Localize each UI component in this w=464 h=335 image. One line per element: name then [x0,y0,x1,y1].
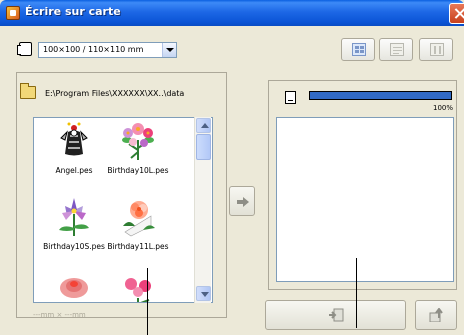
scroll-thumb[interactable] [196,134,211,160]
design-thumbnail [60,278,88,298]
design-thumbnail [122,123,154,160]
write-card-icon [329,308,344,322]
card-size-select[interactable]: 100×100 / 110×110 mm [38,42,177,58]
write-to-card-button[interactable] [265,300,406,330]
pointer-marker [356,258,357,328]
item-label: Angel.pes [55,166,93,175]
design-thumbnail [125,278,151,302]
title-bar: Écrire sur carte [0,0,464,26]
design-thumbnail [60,122,88,156]
transfer-button[interactable] [229,186,255,216]
open-folder-icon[interactable] [20,83,36,99]
close-button[interactable] [449,3,464,24]
card-size-value: 100×100 / 110×110 mm [43,45,144,54]
scroll-up-button[interactable] [196,118,211,133]
layout-button[interactable] [341,38,375,61]
design-thumbnail [123,201,155,237]
grid-layout-icon [352,43,366,56]
pointer-marker [147,268,148,335]
item-label: Birthday11L.pes [107,242,169,251]
app-icon [6,6,20,20]
list-item[interactable]: Birthday11L.pes [104,196,172,251]
list-item[interactable] [40,274,108,302]
design-thumbnail [59,198,89,236]
import-button[interactable] [379,38,413,61]
card-capacity-label: 100% [433,104,454,112]
view-button[interactable] [419,38,453,61]
columns-icon [430,43,444,56]
card-size-icon [17,42,32,56]
design-dimensions: ---mm × ---mm [33,311,86,319]
folder-path: E:\Program Files\XXXXXX\XX..\data [45,89,185,98]
list-item[interactable]: Angel.pes [40,120,108,175]
design-list[interactable]: Angel.pes Birthday10L.pes Birthday10S.pe… [33,117,213,303]
card-capacity-bar [309,91,452,100]
item-label: Birthday10S.pes [43,242,105,251]
list-item[interactable] [104,274,172,302]
window-title: Écrire sur carte [25,5,121,18]
item-label: Birthday10L.pes [107,166,169,175]
card-icon [285,91,296,104]
chevron-down-icon[interactable] [162,43,176,57]
card-upload-icon [429,308,443,322]
list-item[interactable]: Birthday10L.pes [104,120,172,175]
card-capacity-fill [310,92,451,99]
list-item[interactable]: Birthday10S.pes [40,196,108,251]
list-scrollbar[interactable] [194,117,211,303]
card-contents-list[interactable] [276,117,454,282]
eject-card-button[interactable] [415,300,457,330]
scroll-down-button[interactable] [196,286,211,301]
document-import-icon [390,43,404,56]
